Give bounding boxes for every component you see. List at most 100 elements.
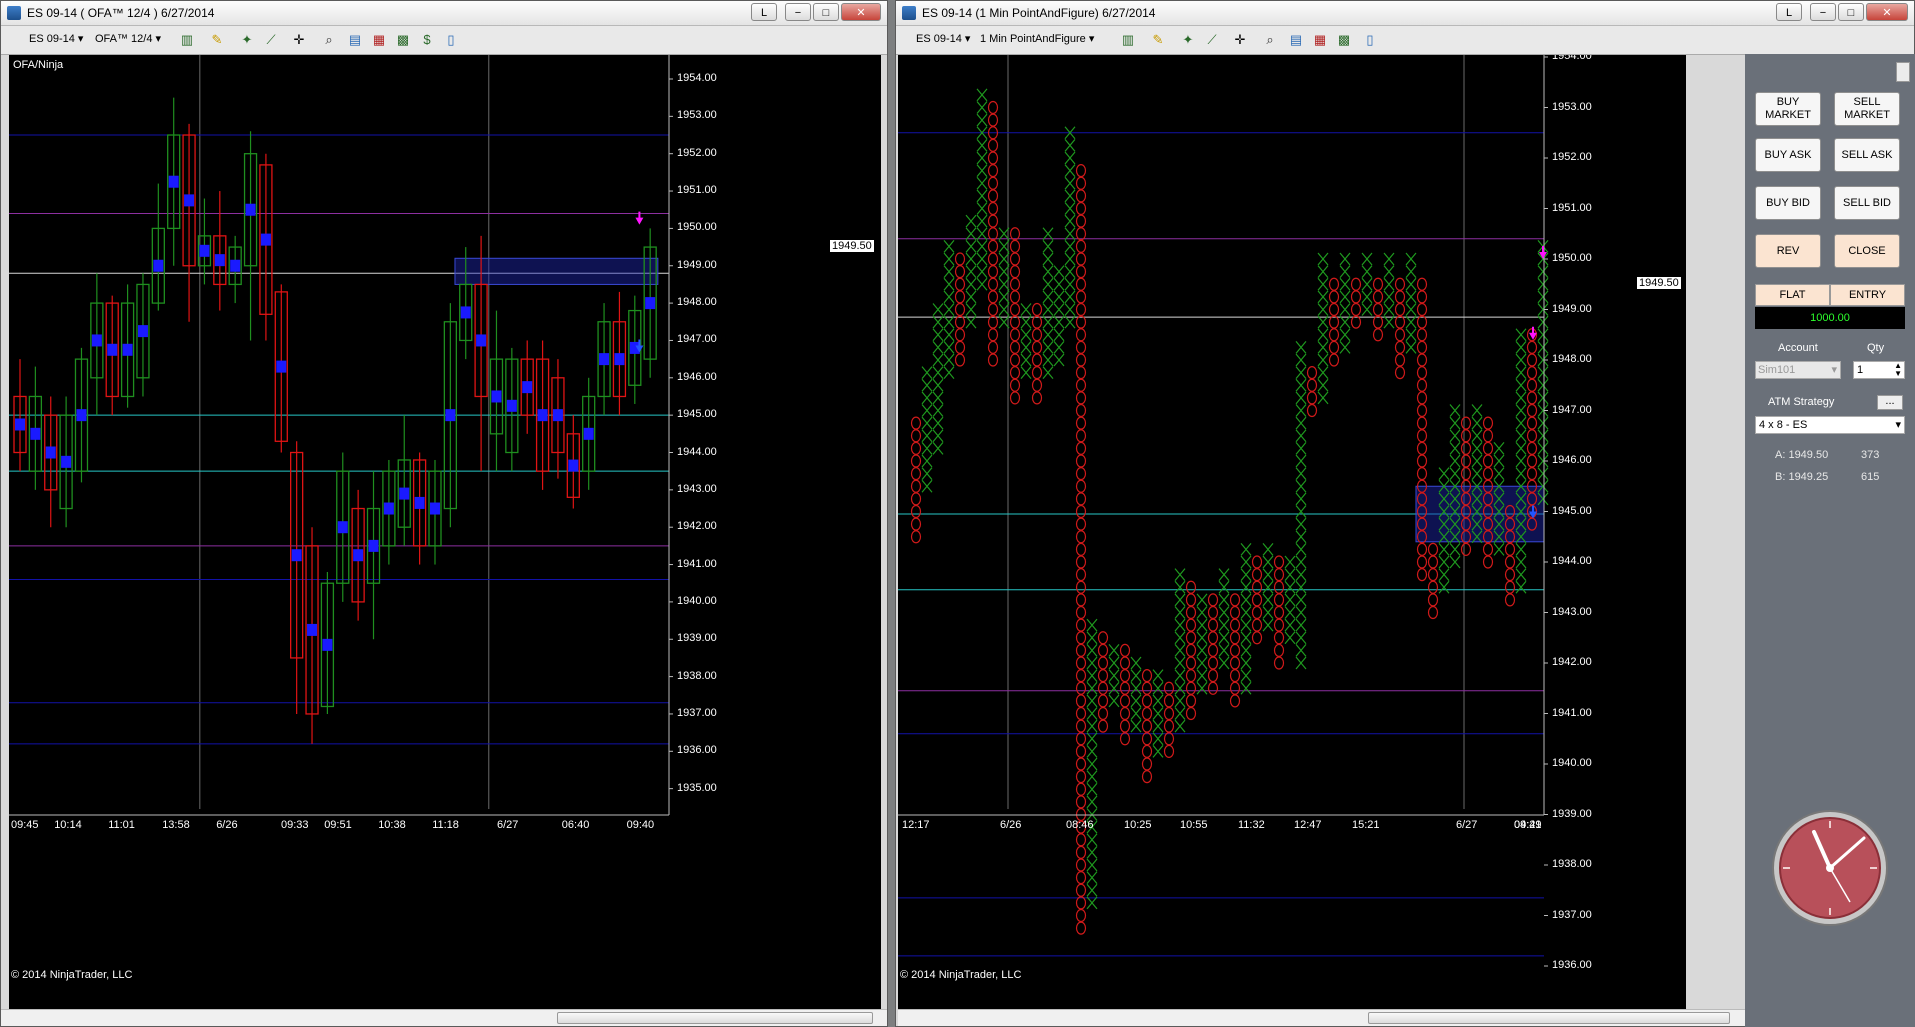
drawing-tool-icon[interactable]: ✎ [209, 32, 225, 48]
quantity-value: 1 [1857, 364, 1864, 376]
poc-marker [291, 549, 302, 562]
reverse-button[interactable]: REV [1755, 234, 1821, 268]
layout-button[interactable]: L [751, 3, 777, 21]
close-position-button[interactable]: CLOSE [1834, 234, 1900, 268]
pnf-o-box [1075, 921, 1087, 935]
close-button[interactable]: ✕ [841, 3, 881, 21]
right-scrollbar[interactable] [898, 1009, 1746, 1026]
right-scrollbar-thumb[interactable] [1368, 1012, 1730, 1024]
right-title-bar[interactable]: ES 09-14 (1 Min PointAndFigure) 6/27/201… [896, 1, 1914, 26]
drawing-tool-icon[interactable]: ✎ [1150, 32, 1166, 48]
pnf-x-box [1284, 568, 1296, 582]
period-selector[interactable]: OFA™ 12/4 ▾ [95, 32, 161, 45]
pnf-o-box [1328, 328, 1340, 342]
close-button[interactable]: ✕ [1866, 3, 1908, 21]
period-selector[interactable]: 1 Min PointAndFigure ▾ [980, 32, 1094, 45]
pnf-o-box [1229, 593, 1241, 607]
pnf-x-box [1515, 391, 1527, 405]
zoom-icon[interactable]: ⌕ [321, 32, 337, 48]
maximize-button[interactable]: □ [813, 3, 839, 21]
maximize-button[interactable]: □ [1838, 3, 1864, 21]
pnf-x-box [1042, 303, 1054, 316]
sell-bid-button[interactable]: SELL BID [1834, 186, 1900, 220]
pnf-x-box [1405, 265, 1417, 279]
pnf-x-box [1537, 429, 1549, 443]
pnf-o-box [987, 315, 999, 329]
sell-signal-arrow [1539, 246, 1547, 259]
pnf-x-box [943, 315, 955, 329]
ask-price-label: A: 1949.50 [1775, 449, 1829, 461]
pnf-x-box [976, 176, 988, 190]
pnf-o-box [1460, 467, 1472, 481]
crosshair-icon[interactable]: ✛ [1232, 32, 1248, 48]
pnf-o-box [1526, 467, 1538, 481]
price-tick-label: 1941.00 [677, 557, 717, 570]
poc-marker [61, 455, 72, 468]
point-and-figure-chart-panel[interactable]: © 2014 NinjaTrader, LLC 1949.50 1954.00 1… [898, 55, 1686, 1009]
properties-icon[interactable]: ▦ [1312, 32, 1328, 48]
instrument-selector[interactable]: ES 09-14 ▾ [916, 32, 970, 45]
candlestick-chart[interactable] [9, 55, 881, 1009]
panel-collapse-handle[interactable] [1896, 62, 1910, 82]
pnf-x-box [1284, 618, 1296, 632]
pnf-o-box [1504, 555, 1516, 569]
chart-trader-icon[interactable]: ▤ [1288, 32, 1304, 48]
sell-ask-button[interactable]: SELL ASK [1834, 138, 1900, 172]
crosshair-icon[interactable]: ✛ [291, 32, 307, 48]
pnf-x-box [1295, 631, 1307, 645]
left-scrollbar[interactable] [1, 1009, 887, 1026]
snapshot-icon[interactable]: ▩ [395, 32, 411, 48]
strategy-icon[interactable]: ⟋ [263, 32, 279, 48]
pnf-o-box [910, 517, 922, 531]
buy-market-button[interactable]: BUY MARKET [1755, 92, 1821, 126]
pnf-x-box [1317, 378, 1329, 392]
atm-strategy-select[interactable]: 4 x 8 - ES ▾ [1755, 416, 1905, 434]
left-title-bar[interactable]: ES 09-14 ( OFA™ 12/4 ) 6/27/2014 L − □ ✕ [1, 1, 887, 26]
properties-icon[interactable]: ▦ [371, 32, 387, 48]
account-select[interactable]: Sim101 ▾ [1755, 361, 1841, 379]
pnf-o-box [1416, 429, 1428, 443]
pnf-x-box [1086, 845, 1098, 859]
pnf-o-box [1372, 277, 1384, 291]
pnf-x-box [1295, 606, 1307, 619]
instrument-selector[interactable]: ES 09-14 ▾ [29, 32, 83, 45]
pnf-o-box [1119, 681, 1131, 695]
pnf-x-box [1295, 530, 1307, 544]
pnf-o-box [1009, 239, 1021, 253]
bar-type-icon[interactable]: ▥ [179, 32, 195, 48]
pnf-x-box [1537, 441, 1549, 455]
indicator-icon[interactable]: ✦ [1180, 32, 1196, 48]
buy-bid-button[interactable]: BUY BID [1755, 186, 1821, 220]
pnf-x-box [1339, 265, 1351, 279]
chevron-down-icon: ▾ [1895, 419, 1901, 431]
bar-type-icon[interactable]: ▥ [1120, 32, 1136, 48]
chart-trader-icon[interactable]: ▤ [347, 32, 363, 48]
sell-market-button[interactable]: SELL MARKET [1834, 92, 1900, 126]
minimize-button[interactable]: − [1810, 3, 1836, 21]
pnf-x-box [1130, 681, 1142, 695]
currency-icon[interactable]: $ [419, 32, 435, 48]
snapshot-icon[interactable]: ▩ [1336, 32, 1352, 48]
indicator-icon[interactable]: ✦ [239, 32, 255, 48]
left-scrollbar-thumb[interactable] [557, 1012, 873, 1024]
clock-icon [1772, 810, 1888, 926]
minimize-button[interactable]: − [785, 3, 811, 21]
pnf-o-box [1075, 353, 1087, 367]
poc-marker [445, 409, 456, 422]
candlestick-chart-panel[interactable]: OFA/Ninja © 2014 NinjaTrader, LLC 1949.5… [9, 55, 881, 1009]
stepper-arrows-icon[interactable]: ▲ ▼ [1894, 362, 1902, 378]
data-box-icon[interactable]: ▯ [1362, 32, 1378, 48]
price-tick-label: 1937.00 [1552, 908, 1592, 921]
layout-button[interactable]: L [1776, 3, 1802, 21]
pnf-o-box [1273, 618, 1285, 632]
buy-ask-button[interactable]: BUY ASK [1755, 138, 1821, 172]
quantity-stepper[interactable]: 1 ▲ ▼ [1853, 361, 1905, 379]
pnf-x-box [1383, 290, 1395, 304]
pnf-o-box [1229, 694, 1241, 708]
pnf-x-box [1493, 467, 1505, 481]
atm-strategy-more-button[interactable]: ... [1877, 395, 1903, 410]
zoom-icon[interactable]: ⌕ [1262, 32, 1278, 48]
pnf-x-box [976, 138, 988, 152]
strategy-icon[interactable]: ⟋ [1204, 32, 1220, 48]
data-box-icon[interactable]: ▯ [443, 32, 459, 48]
